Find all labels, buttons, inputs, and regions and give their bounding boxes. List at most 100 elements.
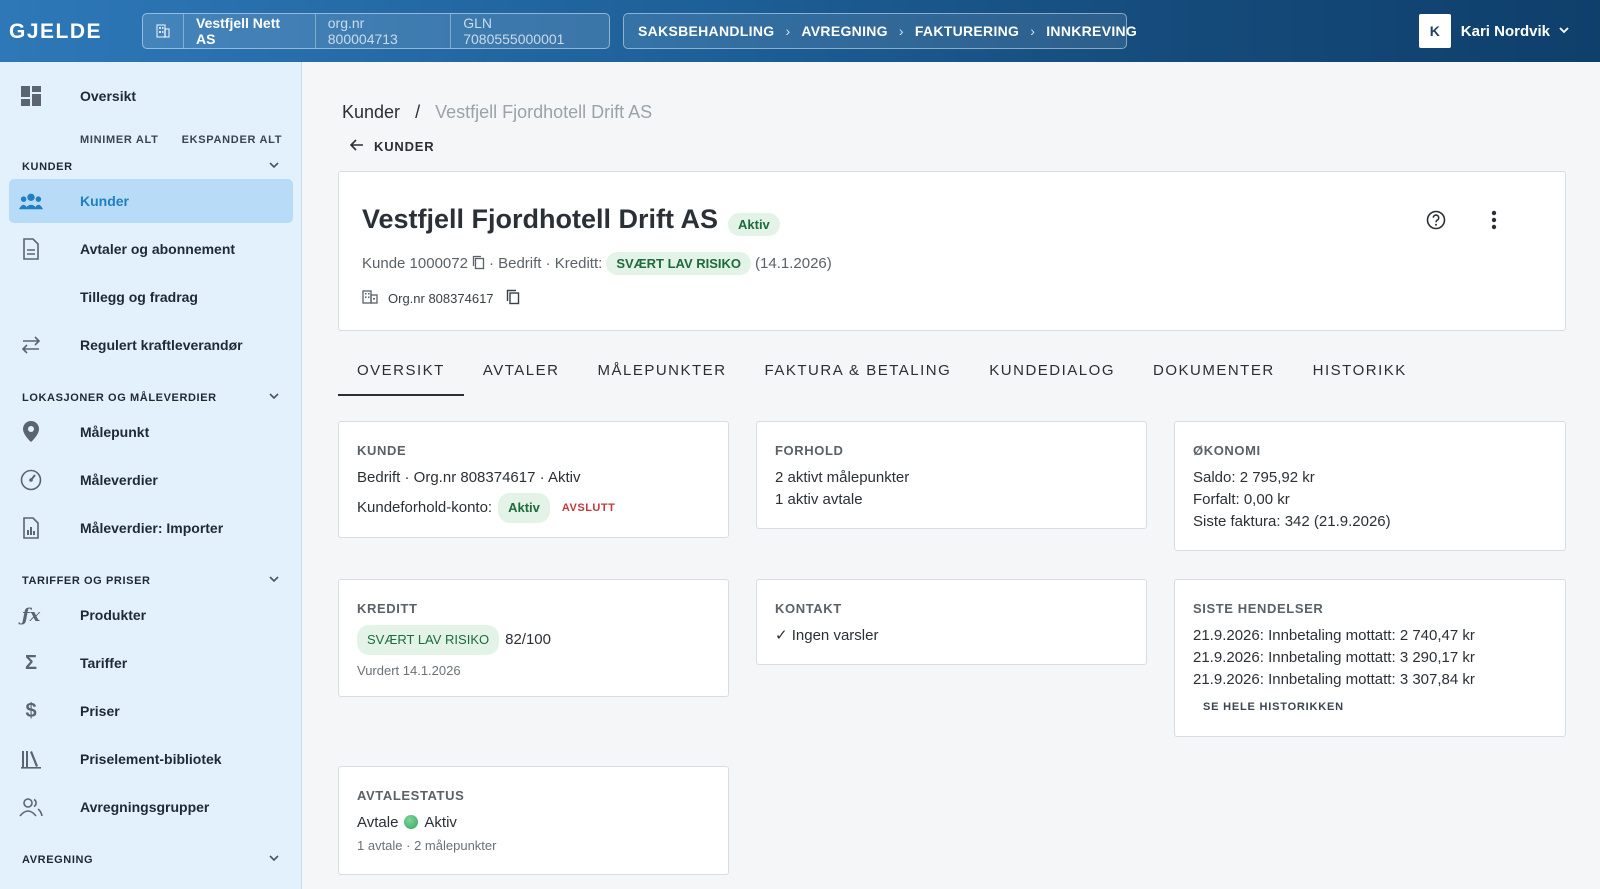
breadcrumb-root[interactable]: Kunder [342, 102, 400, 122]
expand-all-button[interactable]: EKSPANDER ALT [182, 134, 283, 146]
card-title: ØKONOMI [1193, 443, 1261, 458]
breadcrumb-current: Vestfjell Fjordhotell Drift AS [435, 102, 653, 122]
tab-historikk[interactable]: HISTORIKK [1294, 354, 1426, 396]
chevron-down-icon [268, 852, 280, 867]
main-content: Kunder / Vestfjell Fjordhotell Drift AS … [302, 62, 1600, 889]
section-lokasjoner[interactable]: LOKASJONER OG MÅLEVERDIER [22, 390, 280, 405]
function-icon: ƒx [21, 604, 41, 626]
section-avregning[interactable]: AVREGNING [22, 852, 280, 867]
sidebar-item-tillegg[interactable]: Tillegg og fradrag [9, 275, 293, 319]
sidebar-item-avregningsgrupper[interactable]: Avregningsgrupper [9, 785, 293, 829]
process-step-fakturering[interactable]: FAKTURERING [915, 23, 1019, 39]
more-vertical-icon[interactable] [1482, 208, 1506, 232]
section-kunder[interactable]: KUNDER [22, 159, 280, 174]
org-gln: GLN 7080555000001 [463, 15, 565, 47]
sidebar-item-kunder[interactable]: Kunder [9, 179, 293, 223]
dollar-icon: $ [25, 699, 37, 722]
risk-badge: SVÆRT LAV RISIKO [606, 252, 752, 275]
tab-malepunkter[interactable]: MÅLEPUNKTER [579, 354, 746, 396]
sidebar-item-oversikt[interactable]: Oversikt [9, 74, 293, 118]
section-tariffer[interactable]: TARIFFER OG PRISER [22, 573, 280, 588]
event-item: 21.9.2026: Innbetaling mottatt: 2 740,47… [1193, 627, 1475, 644]
event-item: 21.9.2026: Innbetaling mottatt: 3 307,84… [1193, 671, 1475, 688]
sidebar-item-label: Kunder [80, 193, 129, 209]
sidebar-item-avtaler[interactable]: Avtaler og abonnement [9, 227, 293, 271]
chevron-down-icon [268, 390, 280, 405]
risk-badge: SVÆRT LAV RISIKO [357, 625, 500, 655]
card-line: 2 aktivt målepunkter [775, 469, 910, 486]
card-title: AVTALESTATUS [357, 788, 465, 803]
card-title: KUNDE [357, 443, 407, 458]
arrow-left-icon [349, 138, 364, 155]
status-badge: Aktiv [498, 493, 550, 523]
card-line: Saldo: 2 795,92 kr [1193, 469, 1315, 486]
end-account-button[interactable]: AVSLUTT [562, 497, 615, 519]
process-step-avregning[interactable]: AVREGNING [801, 23, 887, 39]
location-pin-icon [19, 420, 43, 444]
card-title: KREDITT [357, 601, 418, 616]
sidebar-item-importer[interactable]: Måleverdier: Importer [9, 506, 293, 550]
credit-score: 82/100 [505, 631, 551, 648]
card-title: SISTE HENDELSER [1193, 601, 1324, 616]
card-kunde: KUNDE Bedrift · Org.nr 808374617 · Aktiv… [338, 421, 729, 538]
sidebar: Oversikt MINIMER ALT EKSPANDER ALT KUNDE… [0, 62, 302, 889]
card-line: Forfalt: 0,00 kr [1193, 491, 1290, 508]
sidebar-item-label: Avtaler og abonnement [80, 241, 236, 257]
tab-faktura-betaling[interactable]: FAKTURA & BETALING [746, 354, 971, 396]
chevron-right-icon: › [1030, 23, 1036, 39]
process-step-saksbehandling[interactable]: SAKSBEHANDLING [638, 23, 774, 39]
minimize-all-button[interactable]: MINIMER ALT [80, 134, 159, 146]
collapse-controls: MINIMER ALT EKSPANDER ALT [80, 134, 282, 146]
chevron-right-icon: › [785, 23, 791, 39]
app-logo[interactable]: GJELDE [9, 20, 102, 44]
tab-dokumenter[interactable]: DOKUMENTER [1134, 354, 1294, 396]
tab-oversikt[interactable]: OVERSIKT [338, 354, 464, 396]
chevron-down-icon [1558, 24, 1570, 39]
user-menu[interactable]: K Kari Nordvik [1418, 14, 1570, 48]
sidebar-item-priselement[interactable]: Priselement-bibliotek [9, 737, 293, 781]
card-title: FORHOLD [775, 443, 844, 458]
process-breadcrumb: SAKSBEHANDLING › AVREGNING › FAKTURERING… [623, 13, 1137, 49]
dashboard-icon [19, 84, 43, 108]
sidebar-item-label: Måleverdier: Importer [80, 520, 224, 536]
card-forhold: FORHOLD 2 aktivt målepunkter 1 aktiv avt… [756, 421, 1147, 529]
sidebar-item-maleverdier[interactable]: Måleverdier [9, 458, 293, 502]
help-icon[interactable] [1424, 208, 1448, 232]
card-line: 1 aktiv avtale [775, 491, 863, 508]
chevron-right-icon: › [898, 23, 904, 39]
organization-selector[interactable]: Vestfjell Nett AS org.nr 800004713 GLN 7… [142, 13, 610, 49]
customer-header-card: Vestfjell Fjordhotell Drift AS Aktiv Kun… [338, 171, 1566, 331]
tab-avtaler[interactable]: AVTALER [464, 354, 579, 396]
status-badge: Aktiv [728, 213, 780, 236]
breadcrumb: Kunder / Vestfjell Fjordhotell Drift AS [342, 102, 652, 123]
back-to-kunder-link[interactable]: KUNDER [349, 138, 434, 155]
card-title: KONTAKT [775, 601, 842, 616]
sidebar-item-malepunkt[interactable]: Målepunkt [9, 410, 293, 454]
see-full-history-link[interactable]: SE HELE HISTORIKKEN [1203, 701, 1547, 713]
sidebar-item-priser[interactable]: $ Priser [9, 689, 293, 733]
tab-kundedialog[interactable]: KUNDEDIALOG [970, 354, 1134, 396]
sidebar-item-label: Regulert kraftleverandør [80, 337, 243, 353]
avatar: K [1418, 14, 1451, 48]
sidebar-item-regulert[interactable]: Regulert kraftleverandør [9, 323, 293, 367]
copy-icon[interactable] [472, 255, 485, 273]
card-avtalestatus: AVTALESTATUS Avtale Aktiv 1 avtale · 2 må… [338, 766, 729, 875]
customer-number: Kunde 1000072 [362, 255, 468, 272]
customer-meta: Kunde 1000072 · Bedrift · Kreditt: SVÆRT… [362, 252, 832, 275]
sidebar-item-label: Måleverdier [80, 472, 158, 488]
top-bar: GJELDE Vestfjell Nett AS org.nr 80000471… [0, 0, 1600, 62]
agreement-status: Aktiv [424, 814, 457, 831]
copy-icon[interactable] [506, 289, 520, 308]
card-kontakt: KONTAKT ✓ Ingen varsler [756, 579, 1147, 665]
org-number: Org.nr 808374617 [388, 291, 494, 306]
customer-tabs: OVERSIKT AVTALER MÅLEPUNKTER FAKTURA & B… [338, 354, 1426, 396]
sidebar-item-tariffer[interactable]: Σ Tariffer [9, 641, 293, 685]
agreement-label: Avtale [357, 814, 399, 831]
process-step-innkreving[interactable]: INNKREVING [1046, 23, 1137, 39]
customer-type: · Bedrift · Kreditt: [488, 255, 603, 272]
card-line: ✓ Ingen varsler [775, 627, 879, 644]
sidebar-item-produkter[interactable]: ƒx Produkter [9, 593, 293, 637]
card-kreditt: KREDITT SVÆRT LAV RISIKO 82/100 Vurdert … [338, 579, 729, 697]
credit-row: SVÆRT LAV RISIKO 82/100 [357, 625, 710, 655]
agreement-status-row: Avtale Aktiv [357, 812, 710, 834]
